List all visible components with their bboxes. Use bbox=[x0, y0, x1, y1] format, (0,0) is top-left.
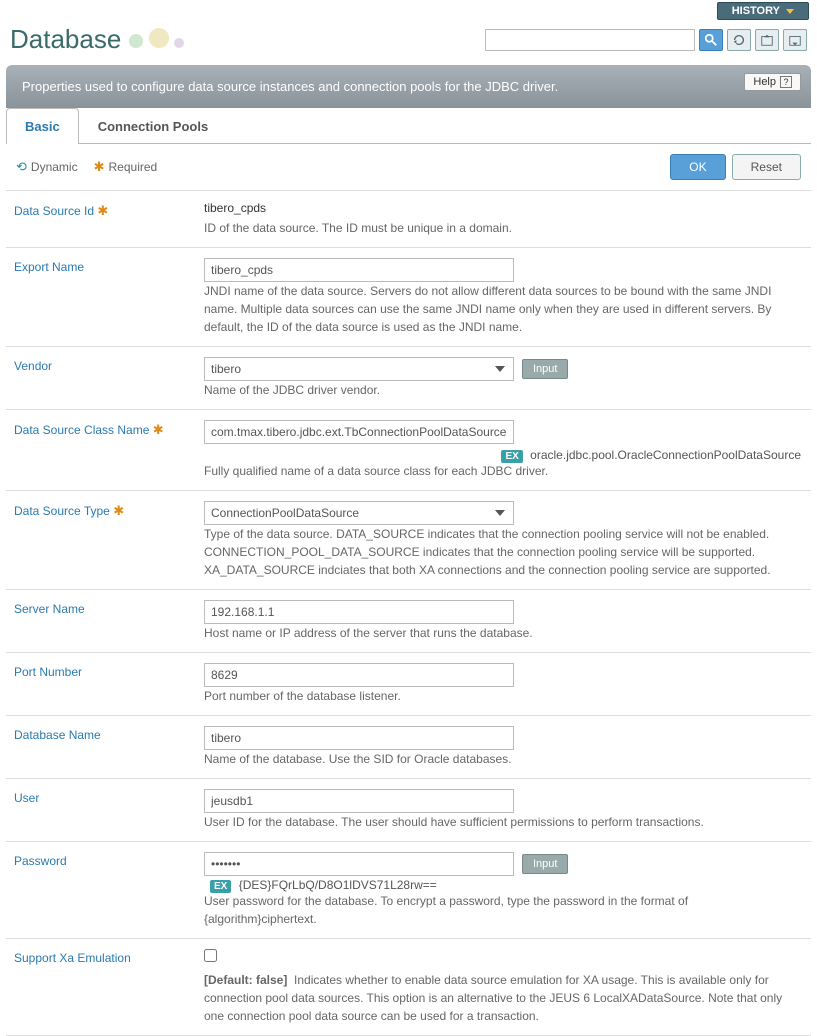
history-label: HISTORY bbox=[732, 5, 780, 17]
label-port-number: Port Number bbox=[14, 663, 204, 705]
ds-class-name-help: Fully qualified name of a data source cl… bbox=[204, 462, 803, 480]
label-password: Password bbox=[14, 852, 204, 928]
required-icon: ✱ bbox=[97, 203, 108, 218]
label-export-name: Export Name bbox=[14, 258, 204, 336]
server-name-help: Host name or IP address of the server th… bbox=[204, 624, 803, 642]
label-ds-class-name: Data Source Class Name ✱ bbox=[14, 420, 204, 480]
tabs: Basic Connection Pools bbox=[6, 108, 811, 144]
page-title: Database bbox=[10, 24, 121, 55]
label-vendor: Vendor bbox=[14, 357, 204, 399]
reset-button[interactable]: Reset bbox=[732, 154, 801, 180]
form: Data Source Id ✱ tibero_cpds ID of the d… bbox=[6, 190, 811, 1036]
support-xa-default: [Default: false] bbox=[204, 973, 287, 987]
chevron-down-icon bbox=[786, 9, 794, 14]
password-input[interactable] bbox=[204, 852, 514, 876]
port-number-input[interactable] bbox=[204, 663, 514, 687]
xml-up-icon bbox=[760, 33, 774, 47]
refresh-icon bbox=[732, 33, 746, 47]
search-icon bbox=[704, 33, 718, 47]
password-input-button[interactable]: Input bbox=[522, 854, 568, 874]
ds-type-select[interactable]: ConnectionPoolDataSource bbox=[204, 501, 514, 525]
description-bar: Properties used to configure data source… bbox=[6, 65, 811, 108]
support-xa-checkbox[interactable] bbox=[204, 949, 217, 962]
refresh-button[interactable] bbox=[727, 29, 751, 51]
decorative-dots bbox=[127, 28, 184, 51]
label-server-name: Server Name bbox=[14, 600, 204, 642]
description-text: Properties used to configure data source… bbox=[22, 79, 558, 94]
search-button[interactable] bbox=[699, 29, 723, 51]
required-icon: ✱ bbox=[113, 503, 124, 518]
history-button[interactable]: HISTORY bbox=[717, 2, 809, 20]
data-source-id-value: tibero_cpds bbox=[204, 201, 803, 215]
xml-down-icon bbox=[788, 33, 802, 47]
label-database-name: Database Name bbox=[14, 726, 204, 768]
required-icon: ✱ bbox=[153, 422, 164, 437]
question-icon: ? bbox=[780, 76, 792, 88]
data-source-id-help: ID of the data source. The ID must be un… bbox=[204, 219, 803, 237]
legend-dynamic: ⟲ Dynamic bbox=[16, 159, 78, 175]
legend-required: ✱ Required bbox=[94, 159, 158, 175]
import-xml-button[interactable] bbox=[783, 29, 807, 51]
export-name-help: JNDI name of the data source. Servers do… bbox=[204, 282, 803, 336]
vendor-input-button[interactable]: Input bbox=[522, 359, 568, 379]
export-name-input[interactable] bbox=[204, 258, 514, 282]
password-help: User password for the database. To encry… bbox=[204, 892, 803, 928]
dynamic-icon: ⟲ bbox=[16, 159, 27, 175]
password-example: {DES}FQrLbQ/D8O1lDVS71L28rw== bbox=[239, 878, 437, 892]
vendor-help: Name of the JDBC driver vendor. bbox=[204, 381, 803, 399]
ok-button[interactable]: OK bbox=[670, 154, 725, 180]
search-input[interactable] bbox=[485, 29, 695, 51]
server-name-input[interactable] bbox=[204, 600, 514, 624]
port-number-help: Port number of the database listener. bbox=[204, 687, 803, 705]
export-xml-button[interactable] bbox=[755, 29, 779, 51]
database-name-input[interactable] bbox=[204, 726, 514, 750]
tab-basic[interactable]: Basic bbox=[6, 108, 79, 144]
label-ds-type: Data Source Type ✱ bbox=[14, 501, 204, 579]
ds-class-name-example: oracle.jdbc.pool.OracleConnectionPoolDat… bbox=[530, 448, 801, 462]
tab-connection-pools[interactable]: Connection Pools bbox=[79, 108, 228, 144]
label-user: User bbox=[14, 789, 204, 831]
support-xa-help: Indicates whether to enable data source … bbox=[204, 973, 782, 1023]
help-button[interactable]: Help ? bbox=[744, 73, 801, 91]
ds-class-name-input[interactable] bbox=[204, 420, 514, 444]
user-help: User ID for the database. The user shoul… bbox=[204, 813, 803, 831]
label-data-source-id: Data Source Id ✱ bbox=[14, 201, 204, 237]
label-support-xa: Support Xa Emulation bbox=[14, 949, 204, 1025]
ds-type-help: Type of the data source. DATA_SOURCE ind… bbox=[204, 525, 803, 579]
user-input[interactable] bbox=[204, 789, 514, 813]
vendor-select[interactable]: tibero bbox=[204, 357, 514, 381]
database-name-help: Name of the database. Use the SID for Or… bbox=[204, 750, 803, 768]
required-icon: ✱ bbox=[94, 159, 105, 175]
